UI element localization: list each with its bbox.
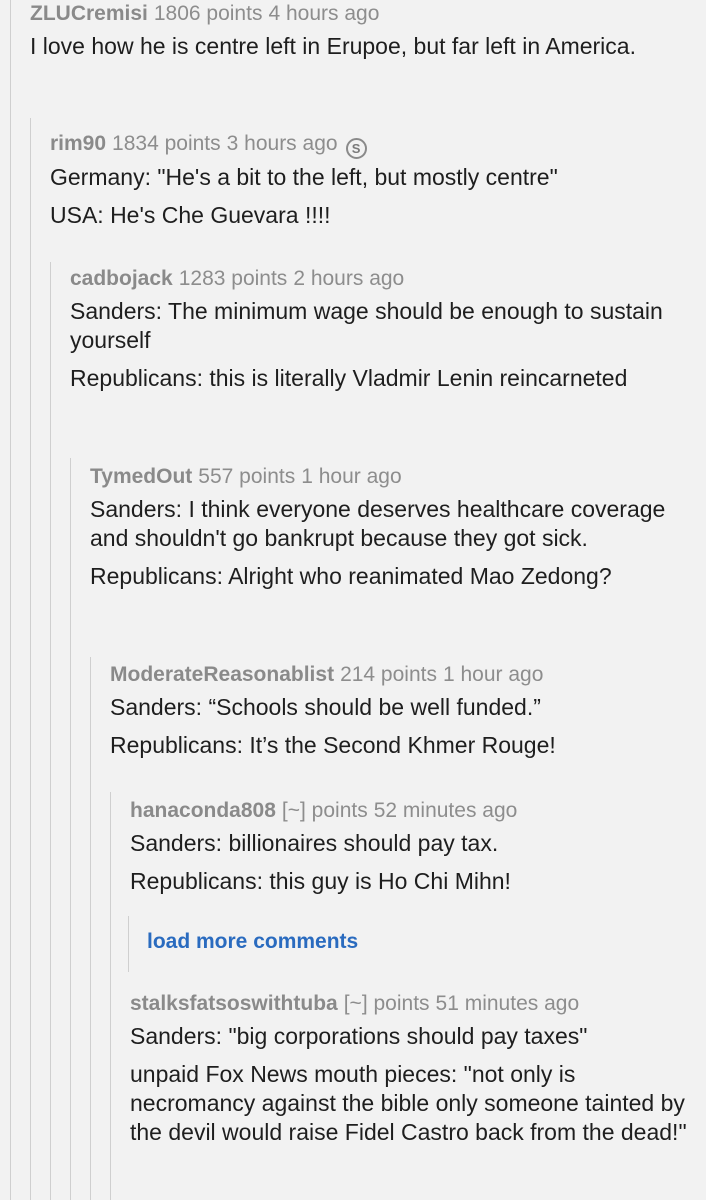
comment-text: Sanders: The minimum wage should be enou… [70, 298, 663, 353]
comment-points: 1834 points [112, 132, 221, 155]
comment-text: Sanders: I think everyone deserves healt… [90, 496, 666, 551]
comment-age: 52 minutes ago [373, 799, 518, 822]
comment-author[interactable]: rim90 [50, 132, 106, 155]
comment-meta: TymedOut 557 points 1 hour ago [90, 463, 698, 491]
gilded-icon: S [345, 138, 367, 159]
comment-points: [~] points [281, 799, 368, 822]
thread-rail-4[interactable] [70, 458, 71, 1200]
comment-author[interactable]: stalksfatsoswithtuba [130, 992, 338, 1015]
comment-text: Republicans: It’s the Second Khmer Rouge… [110, 732, 556, 758]
comment-author[interactable]: cadbojack [70, 267, 173, 290]
thread-rail-6[interactable] [110, 792, 111, 1200]
comment: rim90 1834 points 3 hours ago S Germany: "H… [50, 130, 698, 230]
comment-points: 214 points [340, 663, 437, 686]
comment-author[interactable]: hanaconda808 [130, 799, 276, 822]
comment-meta: ZLUCremisi 1806 points 4 hours ago [30, 0, 698, 28]
comment-text: Sanders: billionaires should pay tax. [130, 830, 499, 856]
comment-meta: ModerateReasonablist 214 points 1 hour ago [110, 661, 698, 689]
comment-meta: cadbojack 1283 points 2 hours ago [70, 265, 698, 293]
thread-rail-5[interactable] [90, 657, 91, 1200]
comment: cadbojack 1283 points 2 hours ago Sanders:… [70, 265, 698, 393]
comment-age: 3 hours ago [226, 132, 338, 155]
comment-author[interactable]: ZLUCremisi [30, 2, 148, 25]
comment: ZLUCremisi 1806 points 4 hours ago I love … [30, 0, 698, 61]
comment-age: 1 hour ago [301, 465, 402, 488]
comment-age: 4 hours ago [268, 2, 380, 25]
comment-meta: hanaconda808 [~] points 52 minutes ago [130, 797, 698, 825]
load-more-comments-link[interactable]: load more comments [147, 930, 358, 954]
load-more-container: load more comments [128, 916, 629, 972]
comment-age: 2 hours ago [293, 267, 405, 290]
comment-text: Sanders: "big corporations should pay ta… [130, 1023, 588, 1049]
comment: stalksfatsoswithtuba [~] points 51 minutes… [130, 990, 698, 1147]
comment-text: Sanders: “Schools should be well funded.… [110, 694, 541, 720]
comment-meta: rim90 1834 points 3 hours ago S [50, 130, 698, 159]
comment: hanaconda808 [~] points 52 minutes ago San… [130, 797, 698, 896]
comment-text: Republicans: this is literally Vladmir L… [70, 365, 628, 391]
comment-thread: ZLUCremisi 1806 points 4 hours ago I love … [0, 0, 706, 1200]
thread-rail-3[interactable] [50, 262, 51, 1200]
comment-text: Germany: "He's a bit to the left, but mo… [50, 164, 558, 190]
comment-points: 1806 points [153, 2, 263, 25]
comment-author[interactable]: TymedOut [90, 465, 192, 488]
comment-text: unpaid Fox News mouth pieces: "not only … [130, 1061, 687, 1145]
comment-text: USA: He's Che Guevara !!!! [50, 202, 331, 228]
comment-text: Republicans: Alright who reanimated Mao … [90, 563, 612, 589]
comment: ModerateReasonablist 214 points 1 hour ago… [110, 661, 698, 760]
comment-points: 1283 points [178, 267, 288, 290]
comment-text: I love how he is centre left in Erupoe, … [30, 33, 636, 59]
comment-points: [~] points [343, 992, 430, 1015]
thread-rail-2[interactable] [30, 118, 31, 1200]
thread-rail-1[interactable] [10, 0, 11, 1200]
comment-text: Republicans: this guy is Ho Chi Mihn! [130, 868, 511, 894]
comment-points: 557 points [198, 465, 296, 488]
comment: TymedOut 557 points 1 hour ago Sanders: I … [90, 463, 698, 591]
comment-age: 1 hour ago [442, 663, 544, 686]
comment-age: 51 minutes ago [435, 992, 580, 1015]
comment-author[interactable]: ModerateReasonablist [110, 663, 334, 686]
comment-meta: stalksfatsoswithtuba [~] points 51 minutes… [130, 990, 698, 1018]
